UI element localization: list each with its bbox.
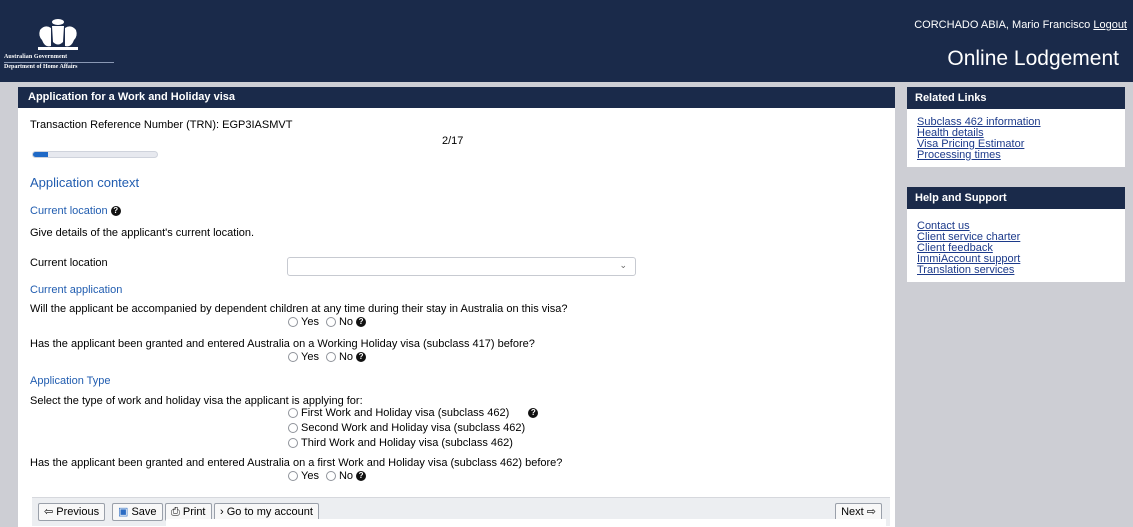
third-visa-label: Third Work and Holiday visa (subclass 46… [301,437,513,449]
help-icon[interactable]: ? [356,317,367,327]
site-header: Australian Government Department of Home… [0,0,1133,82]
second-visa-label: Second Work and Holiday visa (subclass 4… [301,422,526,434]
children-radio-group: Yes No ? [288,316,367,328]
question-dependent-children: Will the applicant be accompanied by dep… [30,303,568,315]
yes-radio[interactable] [288,317,298,327]
first-462-radio-group: Yes No ? [288,470,367,482]
no-radio[interactable] [325,471,336,481]
user-name: CORCHADO ABIA, Mario Francisco [914,19,1091,31]
subclass-417-radio-group: Yes No ? [288,351,367,363]
previous-button[interactable]: ⇦ Previous [38,503,106,521]
related-links-title: Related Links [907,87,1125,109]
print-label: Print [182,506,206,518]
second-visa-radio[interactable] [288,423,298,433]
logo-divider [4,62,114,63]
progress-bar [32,151,158,158]
government-name: Australian Government [4,54,68,60]
coat-of-arms-icon [38,19,78,50]
go-to-account-label: Go to my account [226,506,313,518]
no-label: No [338,316,354,328]
question-visa-type: Select the type of work and holiday visa… [30,395,363,407]
save-button[interactable]: ▣ Save [112,503,163,521]
first-visa-label: First Work and Holiday visa (subclass 46… [301,407,510,419]
no-radio[interactable] [325,352,336,362]
no-radio[interactable] [325,317,336,327]
no-label: No [338,351,354,363]
visa-type-option-first[interactable]: First Work and Holiday visa (subclass 46… [288,407,539,419]
logout-link[interactable]: Logout [1093,19,1127,31]
current-location-heading: Current location ? [30,205,121,217]
first-visa-radio[interactable] [288,408,298,418]
government-logo: Australian Government Department of Home… [4,16,124,78]
current-location-description: Give details of the applicant's current … [30,227,255,239]
sidebar: Related Links Subclass 462 information H… [907,87,1125,302]
help-icon[interactable]: ? [356,471,367,481]
third-visa-radio[interactable] [288,438,298,448]
question-first-462: Has the applicant been granted and enter… [30,457,563,469]
overlay-panel [166,519,886,527]
yes-label: Yes [301,470,319,482]
link-processing-times[interactable]: Processing times [917,150,1115,161]
help-links-list: Contact us Client service charter Client… [907,209,1125,282]
current-application-heading: Current application [30,284,123,296]
yes-radio[interactable] [288,471,298,481]
trn-text: Transaction Reference Number (TRN): EGP3… [30,119,293,131]
save-icon: ▣ [118,506,129,518]
no-label: No [338,470,354,482]
related-links-list: Subclass 462 information Health details … [907,109,1125,167]
step-counter: 2/17 [442,135,464,147]
help-icon[interactable]: ? [110,206,121,217]
application-form-panel: Application for a Work and Holiday visa … [18,87,895,527]
user-info: CORCHADO ABIA, Mario Francisco Logout [914,19,1127,31]
progress-fill [33,152,48,157]
department-name: Department of Home Affairs [4,64,78,70]
help-icon[interactable]: ? [356,352,367,362]
yes-radio[interactable] [288,352,298,362]
page-title: Online Lodgement [947,47,1119,70]
form-title: Application for a Work and Holiday visa [18,87,895,108]
help-support-box: Help and Support Contact us Client servi… [907,187,1125,282]
application-type-heading: Application Type [30,375,111,387]
print-icon: ⎙ [171,506,180,518]
yes-label: Yes [301,351,319,363]
current-location-select[interactable]: ⌄ [287,257,636,276]
help-support-title: Help and Support [907,187,1125,209]
yes-label: Yes [301,316,319,328]
chevron-down-icon: ⌄ [619,260,627,270]
chevron-right-icon: › [220,506,224,518]
question-subclass-417: Has the applicant been granted and enter… [30,338,535,350]
current-location-label: Current location [30,257,108,269]
link-translation-services[interactable]: Translation services [917,265,1115,276]
visa-type-option-second[interactable]: Second Work and Holiday visa (subclass 4… [288,422,525,434]
related-links-box: Related Links Subclass 462 information H… [907,87,1125,167]
section-title: Application context [30,175,140,190]
current-location-heading-text: Current location [30,205,108,217]
visa-type-option-third[interactable]: Third Work and Holiday visa (subclass 46… [288,437,513,449]
save-label: Save [131,506,157,518]
help-icon[interactable]: ? [528,408,539,418]
